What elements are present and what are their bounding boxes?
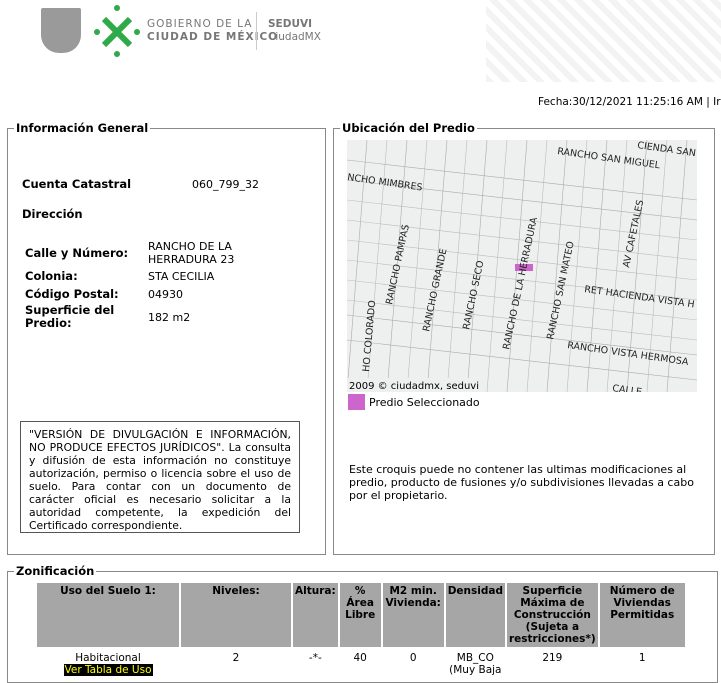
col-m2: M2 min. Vivienda: [382, 583, 444, 647]
superficie-max-value: 219 [542, 652, 563, 664]
cdmx-emblem-logo [94, 5, 140, 57]
map-copyright: 2009 © ciudadmx, seduvi [349, 381, 479, 392]
col-altura: Altura: [293, 583, 338, 647]
superficie-value: 182 m2 [148, 311, 191, 324]
colonia-label: Colonia: [25, 269, 78, 283]
map-note: Este croquis puede no contener las ultim… [349, 463, 694, 502]
altura-value: -*- [308, 652, 322, 664]
cp-value: 04930 [148, 288, 183, 301]
table-row: Habitacional Ver Tabla de Uso 2 -*- 40 0 … [37, 649, 685, 679]
zonificacion-title: Zonificación [14, 564, 97, 578]
cdmx-shield-logo [41, 8, 81, 53]
col-area-libre: % Área Libre [339, 583, 381, 647]
zonificacion-table: Uso del Suelo 1: Niveles: Altura: % Área… [35, 581, 687, 681]
table-header-row: Uso del Suelo 1: Niveles: Altura: % Área… [37, 583, 685, 647]
densidad-value: MB_CO (Muy Baja [449, 652, 502, 676]
cuenta-label: Cuenta Catastral [22, 177, 132, 191]
col-superficie: Superficie Máxima de Construcción (Sujet… [506, 583, 598, 647]
col-densidad: Densidad [445, 583, 505, 647]
area-libre-value: 40 [353, 652, 367, 664]
viviendas-value: 1 [638, 652, 646, 664]
direccion-label: Dirección [22, 207, 83, 221]
cp-label: Código Postal: [25, 287, 119, 301]
cuenta-value: 060_799_32 [192, 178, 259, 191]
uso-value: Habitacional [75, 652, 141, 664]
location-map[interactable]: RANCHO SAN MIGUEL NCHO MIMBRES RANCHO PA… [347, 140, 697, 392]
logo-divider [256, 12, 257, 50]
col-uso: Uso del Suelo 1: [37, 583, 179, 647]
header-pattern [486, 0, 721, 82]
colonia-value: STA CECILIA [148, 270, 215, 283]
ver-tabla-uso-link[interactable]: Ver Tabla de Uso [63, 664, 153, 676]
calle-label: Calle y Número: [25, 246, 129, 260]
disclaimer-notice: "VERSIÓN DE DIVULGACIÓN E INFORMACIÓN, N… [20, 421, 300, 533]
fecha-text: Fecha:30/12/2021 11:25:16 AM | Ir [538, 96, 721, 108]
niveles-value: 2 [232, 652, 240, 664]
info-general-title: Información General [14, 121, 151, 135]
seduvi-logo-text: SEDUVI CiudadMX [268, 18, 321, 43]
gov-logo-text: GOBIERNO DE LA CIUDAD DE MÉXICO [147, 18, 279, 43]
col-niveles: Niveles: [181, 583, 291, 647]
ubicacion-title: Ubicación del Predio [340, 121, 477, 135]
col-viviendas: Número de Viviendas Permitidas [599, 583, 685, 647]
m2-value: 0 [409, 652, 417, 664]
legend-swatch [348, 394, 365, 410]
calle-value: RANCHO DE LA HERRADURA 23 [148, 240, 235, 266]
legend-label: Predio Seleccionado [369, 396, 480, 409]
superficie-label: Superficie del Predio: [25, 303, 115, 330]
